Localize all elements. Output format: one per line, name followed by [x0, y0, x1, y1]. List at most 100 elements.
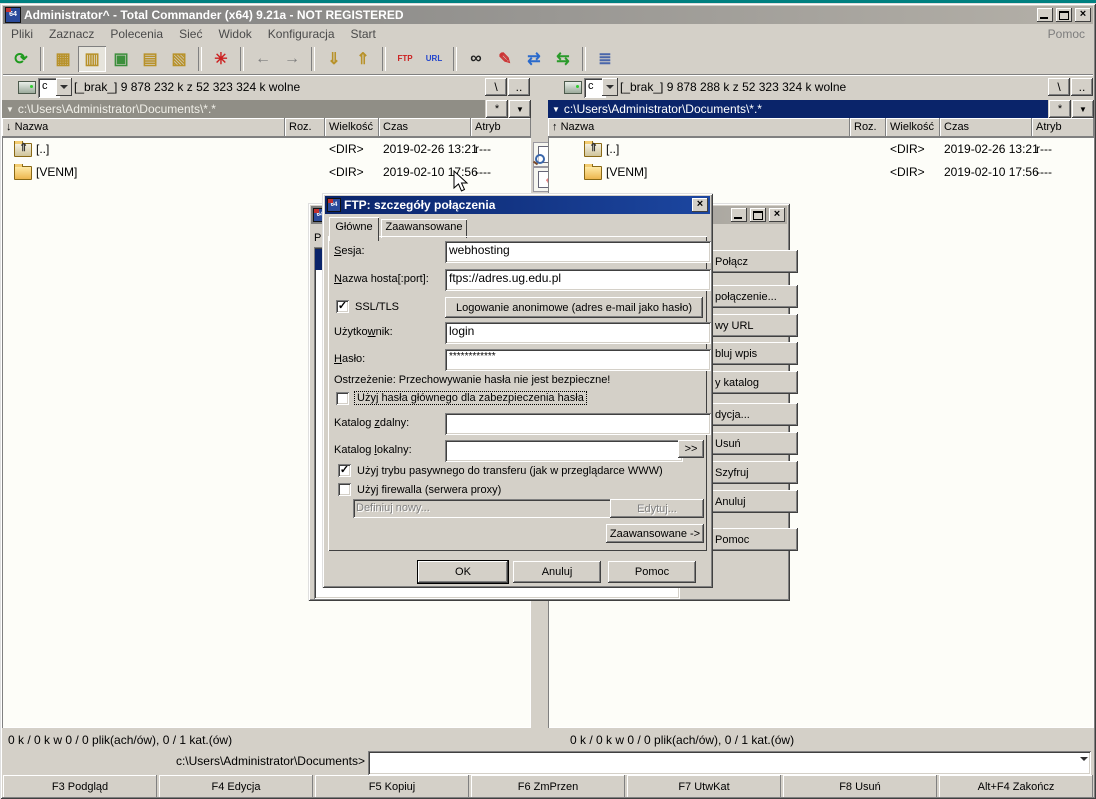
command-history-icon[interactable] — [1080, 757, 1088, 761]
remote-dir-input[interactable] — [445, 413, 711, 435]
ftp-connect-button-10[interactable]: Pomoc — [700, 528, 798, 551]
right-drive-combo[interactable]: c — [584, 78, 618, 96]
proxy-combo[interactable]: Definiuj nowy... — [353, 499, 629, 518]
close-button[interactable]: × — [1075, 8, 1091, 22]
anonymous-login-button[interactable]: Logowanie anonimowe (adres e-mail jako h… — [445, 297, 703, 318]
tab-general[interactable]: Główne — [329, 217, 379, 241]
minimize-button[interactable] — [731, 208, 747, 222]
toolbar-button-brief-view[interactable]: ▦ — [49, 46, 77, 72]
ftp-connect-button-8[interactable]: Szyfruj — [700, 461, 798, 484]
right-up-button[interactable]: .. — [1071, 78, 1093, 96]
ftp-connect-button-9[interactable]: Anuluj — [700, 490, 798, 513]
cancel-button[interactable]: Anuluj — [513, 561, 601, 583]
fkey-button-f6[interactable]: F6 ZmPrzen — [471, 775, 625, 798]
toolbar-button-ftp-url[interactable]: URL — [420, 46, 448, 72]
toolbar-button-pack[interactable]: ⇓ — [320, 46, 348, 72]
master-password-checkbox[interactable] — [336, 392, 349, 405]
browse-local-dir-button[interactable]: >> — [678, 440, 704, 458]
toolbar-button-back[interactable]: ← — [249, 46, 277, 72]
ssl-checkbox[interactable]: ✓ — [336, 300, 349, 313]
menu-item-3[interactable]: Polecenia — [102, 25, 171, 43]
toolbar-button-unpack[interactable]: ⇑ — [349, 46, 377, 72]
column-header-attr[interactable]: Atryb — [1032, 118, 1094, 137]
master-password-label[interactable]: Użyj hasła głównego dla zabezpieczenia h… — [355, 392, 586, 404]
chevron-down-icon[interactable] — [602, 78, 618, 96]
file-row[interactable]: [..]<DIR>2019-02-26 13:21r--- — [548, 137, 1094, 160]
password-input[interactable]: ************ — [445, 349, 711, 371]
menu-item-2[interactable]: Zaznacz — [41, 25, 102, 43]
fkey-button-f8[interactable]: F8 Usuń — [783, 775, 937, 798]
fkey-button-f7[interactable]: F7 UtwKat — [627, 775, 781, 798]
toolbar-button-search[interactable]: ∞ — [462, 46, 490, 72]
toolbar-button-thumbnails-view[interactable]: ▣ — [107, 46, 135, 72]
toolbar-button-tree-view[interactable]: ▧ — [165, 46, 193, 72]
column-header-size[interactable]: Wielkość — [886, 118, 940, 137]
toolbar-button-sync-dirs[interactable]: ⇄ — [520, 46, 548, 72]
menu-item-4[interactable]: Sieć — [171, 25, 210, 43]
column-header-date[interactable]: Czas — [379, 118, 471, 137]
ftp-connect-button-2[interactable]: połączenie... — [700, 285, 798, 308]
ftp-connect-button-5[interactable]: y katalog — [700, 371, 798, 394]
menu-item-pomoc[interactable]: Pomoc — [1040, 25, 1093, 43]
left-filter-button[interactable]: * — [486, 100, 508, 118]
left-path-bar[interactable]: ▼ c:\Users\Administrator\Documents\*.* — [2, 100, 485, 118]
toolbar-button-notes[interactable]: ≣ — [591, 46, 619, 72]
host-input[interactable]: ftps://adres.ug.edu.pl — [445, 269, 711, 291]
left-root-button[interactable]: \ — [485, 78, 507, 96]
toolbar-button-refresh[interactable]: ⟳ — [7, 46, 35, 72]
ok-button[interactable]: OK — [418, 561, 508, 583]
left-drive-combo[interactable]: c — [38, 78, 72, 96]
right-history-button[interactable]: ▼ — [1072, 100, 1094, 118]
maximize-button[interactable] — [1056, 8, 1072, 22]
chevron-down-icon[interactable] — [56, 78, 72, 96]
main-titlebar[interactable]: 64 Administrator^ - Total Commander (x64… — [3, 6, 1093, 24]
toolbar-button-ftp-connect[interactable]: FTP — [391, 46, 419, 72]
menu-item-7[interactable]: Start — [343, 25, 384, 43]
fkey-button-altf4[interactable]: Alt+F4 Zakończ — [939, 775, 1093, 798]
ftp-connect-button-6[interactable]: dycja... — [700, 403, 798, 426]
fkey-button-f4[interactable]: F4 Edycja — [159, 775, 313, 798]
menu-item-6[interactable]: Konfiguracja — [260, 25, 343, 43]
menu-item-1[interactable]: Pliki — [3, 25, 41, 43]
column-header-ext[interactable]: Roz. — [285, 118, 325, 137]
edit-proxy-button[interactable]: Edytuj... — [610, 499, 704, 518]
toolbar-button-comments-view[interactable]: ▤ — [136, 46, 164, 72]
toolbar-button-forward[interactable]: → — [278, 46, 306, 72]
local-dir-input[interactable] — [445, 440, 683, 462]
maximize-button[interactable] — [750, 208, 766, 222]
toolbar-button-select-files[interactable]: ✳ — [207, 46, 235, 72]
column-header-name[interactable]: ↓ Nazwa — [2, 118, 285, 137]
passive-mode-checkbox[interactable]: ✓ — [338, 464, 351, 477]
column-header-ext[interactable]: Roz. — [850, 118, 886, 137]
column-header-name[interactable]: ↑ Nazwa — [548, 118, 850, 137]
right-path-bar[interactable]: ▼ c:\Users\Administrator\Documents\*.* — [548, 100, 1048, 118]
ftp-details-titlebar[interactable]: 64 FTP: szczegóły połączenia × — [325, 196, 710, 214]
path-dropdown-icon[interactable]: ▼ — [6, 105, 14, 114]
left-history-button[interactable]: ▼ — [509, 100, 531, 118]
toolbar-button-full-view[interactable]: ▥ — [78, 46, 106, 72]
right-root-button[interactable]: \ — [1048, 78, 1070, 96]
firewall-checkbox[interactable] — [338, 483, 351, 496]
ftp-connect-button-3[interactable]: wy URL — [700, 314, 798, 337]
column-header-date[interactable]: Czas — [940, 118, 1032, 137]
path-dropdown-icon[interactable]: ▼ — [552, 105, 560, 114]
toolbar-button-compare-dirs[interactable]: ⇆ — [549, 46, 577, 72]
fkey-button-f3[interactable]: F3 Podgląd — [3, 775, 157, 798]
session-input[interactable]: webhosting — [445, 241, 711, 263]
minimize-button[interactable] — [1037, 8, 1053, 22]
file-row[interactable]: [..]<DIR>2019-02-26 13:21r--- — [2, 137, 531, 160]
right-filter-button[interactable]: * — [1049, 100, 1071, 118]
advanced-button[interactable]: Zaawansowane -> — [606, 524, 704, 543]
file-row[interactable]: [VENM]<DIR>2019-02-10 17:56---- — [548, 160, 1094, 183]
close-icon[interactable]: × — [769, 208, 785, 222]
close-icon[interactable]: × — [692, 198, 708, 212]
ftp-connect-button-1[interactable]: Połącz — [700, 250, 798, 273]
ftp-connect-button-7[interactable]: Usuń — [700, 432, 798, 455]
ftp-connect-button-4[interactable]: bluj wpis — [700, 342, 798, 365]
toolbar-button-multi-rename[interactable]: ✎ — [491, 46, 519, 72]
left-up-button[interactable]: .. — [508, 78, 530, 96]
user-input[interactable]: login — [445, 322, 711, 344]
command-input[interactable] — [368, 751, 1091, 775]
help-button[interactable]: Pomoc — [608, 561, 696, 583]
column-header-attr[interactable]: Atryb — [471, 118, 531, 137]
